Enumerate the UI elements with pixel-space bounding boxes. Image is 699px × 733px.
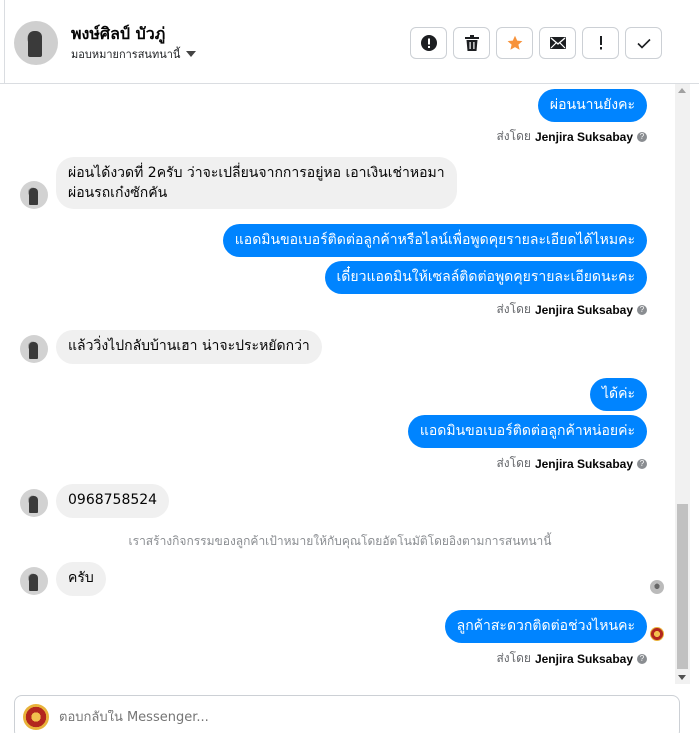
sender-name: Jenjira Suksabay	[534, 456, 633, 471]
outgoing-message[interactable]: แอดมินขอเบอร์ติดต่อลูกค้าหรือไลน์เพื่อพู…	[222, 224, 647, 257]
star-icon	[507, 35, 522, 50]
message-line: ผ่อนได้งวดที่ 2ครับ ว่าจะเปลี่ยนจากการอย…	[68, 165, 445, 181]
trash-icon	[464, 35, 479, 51]
reply-input[interactable]	[59, 710, 659, 725]
mark-done-button[interactable]	[625, 27, 662, 59]
incoming-message[interactable]: ผ่อนได้งวดที่ 2ครับ ว่าจะเปลี่ยนจากการอย…	[56, 157, 457, 209]
outgoing-message[interactable]: ผ่อนนานยังคะ	[537, 89, 647, 122]
mail-button[interactable]	[539, 27, 576, 59]
sent-by-label: ส่งโดย Jenjira Suksabay ?	[496, 649, 647, 668]
star-button[interactable]	[496, 27, 533, 59]
outgoing-message[interactable]: ลูกค้าสะดวกติดต่อช่วงไหนคะ	[444, 610, 647, 643]
message-thread: ผ่อนนานยังคะ ส่งโดย Jenjira Suksabay ? ผ…	[5, 84, 675, 684]
incoming-message[interactable]: ครับ	[56, 562, 106, 596]
outgoing-message[interactable]: เดี๋ยวแอดมินให้เซลล์ติดต่อพูดคุยรายละเอี…	[324, 261, 647, 294]
contact-name[interactable]: พงษ์ศิลป์ บัวภู่	[71, 22, 165, 47]
page-avatar	[23, 704, 49, 730]
outgoing-message[interactable]: แอดมินขอเบอร์ติดต่อลูกค้าหน่อยค่ะ	[407, 415, 647, 448]
sender-name: Jenjira Suksabay	[534, 651, 633, 666]
sent-by-prefix: ส่งโดย	[496, 651, 531, 665]
contact-avatar[interactable]	[20, 489, 48, 517]
message-line: ผ่อนรถเก๋งซักคัน	[68, 185, 168, 201]
conversation-header: พงษ์ศิลป์ บัวภู่ มอบหมายการสนทนานี้	[0, 0, 699, 84]
delete-button[interactable]	[453, 27, 490, 59]
scroll-down-arrow-icon[interactable]	[678, 675, 686, 680]
sent-by-label: ส่งโดย Jenjira Suksabay ?	[496, 127, 647, 146]
sender-name: Jenjira Suksabay	[534, 129, 633, 144]
reply-composer	[14, 695, 680, 733]
checkmark-icon	[636, 38, 651, 49]
conversation-actions	[410, 27, 662, 59]
incoming-message[interactable]: 0968758524	[56, 484, 170, 518]
contact-avatar[interactable]	[20, 567, 48, 595]
scrollbar-thumb[interactable]	[677, 504, 688, 669]
sent-by-prefix: ส่งโดย	[496, 302, 531, 316]
sent-by-prefix: ส่งโดย	[496, 456, 531, 470]
help-icon[interactable]: ?	[637, 458, 647, 469]
envelope-icon	[549, 37, 566, 49]
seen-avatar	[650, 580, 664, 594]
mark-important-button[interactable]	[582, 27, 619, 59]
divider	[4, 0, 5, 84]
contact-avatar[interactable]	[20, 335, 48, 363]
help-icon[interactable]: ?	[637, 131, 647, 142]
scroll-up-arrow-icon[interactable]	[678, 88, 686, 93]
outgoing-message[interactable]: ได้ค่ะ	[589, 378, 647, 411]
sent-by-label: ส่งโดย Jenjira Suksabay ?	[496, 454, 647, 473]
exclamation-icon	[599, 36, 602, 50]
contact-avatar[interactable]	[14, 21, 58, 65]
sent-by-prefix: ส่งโดย	[496, 129, 531, 143]
incoming-message[interactable]: แล้ววิ่งไปกลับบ้านเฮา น่าจะประหยัดกว่า	[56, 330, 322, 364]
sent-by-label: ส่งโดย Jenjira Suksabay ?	[496, 300, 647, 319]
chevron-down-icon	[186, 51, 197, 57]
sender-name: Jenjira Suksabay	[534, 302, 633, 317]
contact-avatar[interactable]	[20, 181, 48, 209]
mark-spam-button[interactable]	[410, 27, 447, 59]
help-icon[interactable]: ?	[637, 304, 647, 315]
system-notice: เราสร้างกิจกรรมของลูกค้าเป้าหมายให้กับคุ…	[128, 534, 552, 548]
assign-label: มอบหมายการสนทนานี้	[71, 48, 181, 61]
alert-circle-icon	[420, 35, 437, 51]
thread-scrollbar[interactable]	[675, 84, 690, 684]
assign-conversation-dropdown[interactable]: มอบหมายการสนทนานี้	[71, 45, 197, 63]
read-receipt-icon	[650, 627, 664, 641]
help-icon[interactable]: ?	[637, 653, 647, 664]
